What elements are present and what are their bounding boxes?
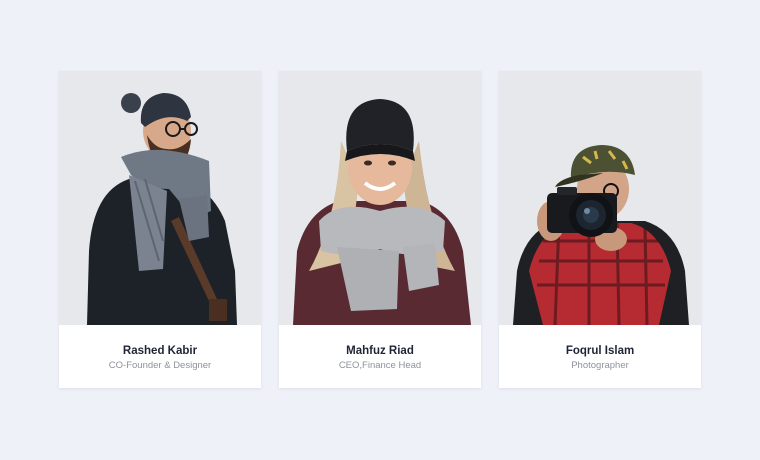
team-card[interactable]: Foqrul Islam Photographer: [499, 71, 701, 388]
woman-with-beanie-and-scarf-portrait: [293, 99, 471, 325]
member-name[interactable]: Foqrul Islam: [499, 325, 701, 358]
member-name[interactable]: Mahfuz Riad: [279, 325, 481, 358]
member-photo: [499, 71, 701, 325]
team-card[interactable]: Mahfuz Riad CEO,Finance Head: [279, 71, 481, 388]
member-info: Mahfuz Riad CEO,Finance Head: [279, 325, 481, 388]
man-with-beanie-and-scarf-portrait: [87, 93, 237, 325]
member-role: CEO,Finance Head: [338, 360, 422, 371]
team-card[interactable]: Rashed Kabir CO-Founder & Designer: [59, 71, 261, 388]
member-photo: [279, 71, 481, 325]
member-photo: [59, 71, 261, 325]
member-info: Foqrul Islam Photographer: [499, 325, 701, 388]
member-role: Photographer: [571, 360, 629, 371]
member-role: CO-Founder & Designer: [108, 360, 212, 371]
member-info: Rashed Kabir CO-Founder & Designer: [59, 325, 261, 388]
photographer-with-camera-portrait: [513, 145, 689, 325]
team-section: Rashed Kabir CO-Founder & Designer Mahfu…: [59, 71, 701, 388]
member-name[interactable]: Rashed Kabir: [59, 325, 261, 358]
